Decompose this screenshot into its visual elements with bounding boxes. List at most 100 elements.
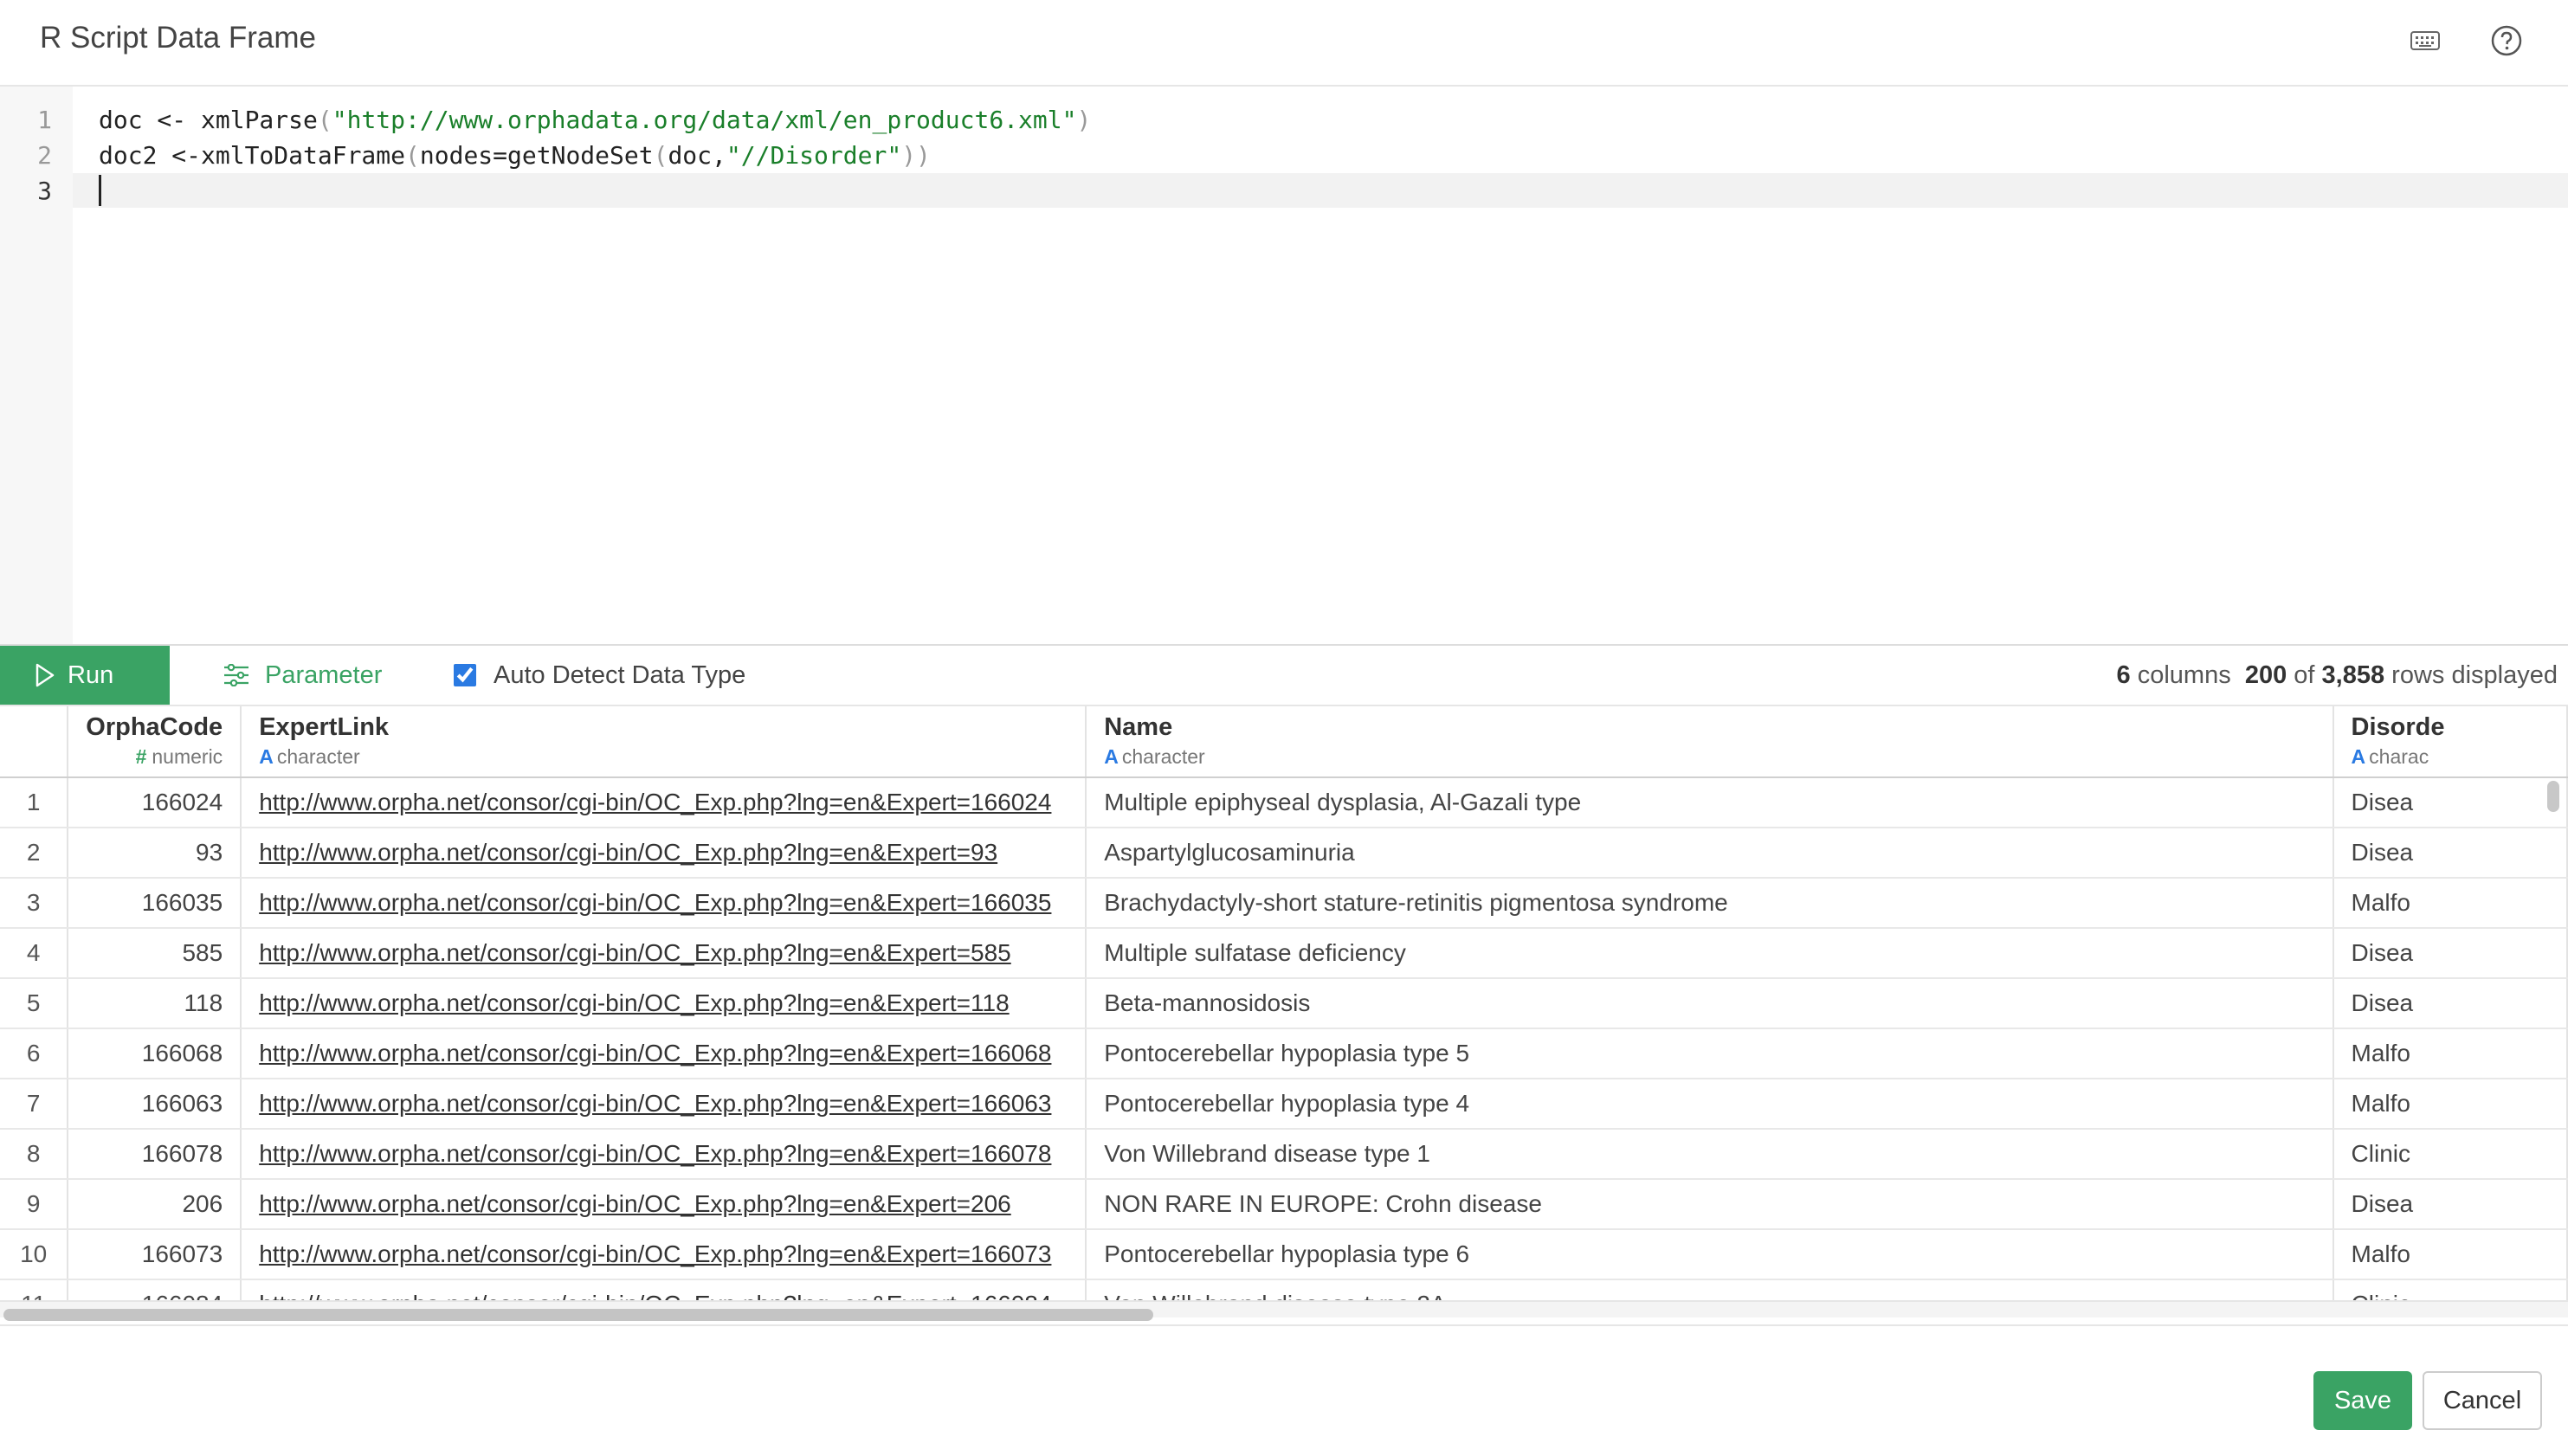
table-row[interactable]: 6 166068 http://www.orpha.net/consor/cgi-b… — [0, 1028, 2568, 1079]
save-button[interactable]: Save — [2313, 1371, 2412, 1430]
expert-link[interactable]: http://www.orpha.net/consor/cgi-bin/OC_E… — [259, 1140, 1051, 1167]
help-icon[interactable] — [2485, 19, 2528, 62]
orphacode-cell[interactable]: 166068 — [68, 1028, 242, 1079]
row-number-cell[interactable]: 3 — [0, 878, 69, 929]
name-cell[interactable]: Von Willebrand disease type 1 — [1086, 1129, 2334, 1180]
column-header-orphacode[interactable]: OrphaCode # numeric — [68, 706, 242, 778]
table-row[interactable]: 2 93 http://www.orpha.net/consor/cgi-bin/O… — [0, 828, 2568, 879]
disorder-cell[interactable]: Clinic — [2332, 1129, 2568, 1180]
row-number-cell[interactable]: 2 — [0, 828, 69, 879]
orphacode-cell[interactable]: 166073 — [68, 1229, 242, 1280]
run-label: Run — [68, 660, 114, 689]
orphacode-cell[interactable]: 166078 — [68, 1129, 242, 1180]
row-number-cell[interactable]: 6 — [0, 1028, 69, 1079]
line-number: 1 — [37, 106, 52, 134]
orphacode-cell[interactable]: 166063 — [68, 1079, 242, 1130]
horizontal-scrollbar[interactable] — [3, 1309, 1153, 1321]
column-type-label: character — [276, 745, 360, 768]
code-area[interactable]: doc <- xmlParse("http://www.orphadata.or… — [73, 87, 2568, 644]
name-cell[interactable]: Aspartylglucosaminuria — [1086, 828, 2334, 879]
expertlink-cell[interactable]: http://www.orpha.net/consor/cgi-bin/OC_E… — [241, 1179, 1087, 1230]
column-header-disorder[interactable]: Disorde Acharac — [2332, 706, 2568, 778]
code-string: "//Disorder" — [726, 141, 902, 170]
row-number-cell[interactable]: 1 — [0, 777, 69, 828]
disorder-cell[interactable]: Disea — [2332, 828, 2568, 879]
vertical-scrollbar[interactable] — [2547, 781, 2559, 812]
orphacode-cell[interactable]: 585 — [68, 928, 242, 979]
column-header-name[interactable]: Name Acharacter — [1086, 706, 2334, 778]
name-cell[interactable]: Beta-mannosidosis — [1086, 978, 2334, 1029]
table-row[interactable]: 5 118 http://www.orpha.net/consor/cgi-bin/… — [0, 978, 2568, 1029]
column-header-expertlink[interactable]: ExpertLink Acharacter — [241, 706, 1087, 778]
name-cell[interactable]: Pontocerebellar hypoplasia type 5 — [1086, 1028, 2334, 1079]
expert-link[interactable]: http://www.orpha.net/consor/cgi-bin/OC_E… — [259, 989, 1009, 1016]
cancel-button[interactable]: Cancel — [2423, 1371, 2542, 1430]
expertlink-cell[interactable]: http://www.orpha.net/consor/cgi-bin/OC_E… — [241, 1028, 1087, 1079]
data-grid[interactable]: OrphaCode # numeric ExpertLink Acharacter… — [0, 706, 2568, 1304]
disorder-cell[interactable]: Malfo — [2332, 1079, 2568, 1130]
expert-link[interactable]: http://www.orpha.net/consor/cgi-bin/OC_E… — [259, 889, 1051, 916]
dialog-title: R Script Data Frame — [40, 21, 316, 55]
auto-detect-checkbox[interactable] — [454, 664, 476, 686]
table-row[interactable]: 10 166073 http://www.orpha.net/consor/cgi-… — [0, 1229, 2568, 1280]
expertlink-cell[interactable]: http://www.orpha.net/consor/cgi-bin/OC_E… — [241, 978, 1087, 1029]
auto-detect-toggle[interactable]: Auto Detect Data Type — [454, 646, 745, 705]
row-number-cell[interactable]: 10 — [0, 1229, 69, 1280]
orphacode-cell[interactable]: 166035 — [68, 878, 242, 929]
expert-link[interactable]: http://www.orpha.net/consor/cgi-bin/OC_E… — [259, 1240, 1051, 1267]
table-row[interactable]: 4 585 http://www.orpha.net/consor/cgi-bin/… — [0, 928, 2568, 979]
expertlink-cell[interactable]: http://www.orpha.net/consor/cgi-bin/OC_E… — [241, 1079, 1087, 1130]
disorder-cell[interactable]: Malfo — [2332, 1028, 2568, 1079]
code-string: "http://www.orphadata.org/data/xml/en_pr… — [332, 106, 1077, 134]
data-table: OrphaCode # numeric ExpertLink Acharacter… — [0, 706, 2568, 1304]
expert-link[interactable]: http://www.orpha.net/consor/cgi-bin/OC_E… — [259, 1190, 1011, 1217]
code-line-1[interactable]: doc <- xmlParse("http://www.orphadata.or… — [99, 106, 1091, 134]
expert-link[interactable]: http://www.orpha.net/consor/cgi-bin/OC_E… — [259, 939, 1011, 966]
table-row[interactable]: 8 166078 http://www.orpha.net/consor/cgi-b… — [0, 1129, 2568, 1180]
columns-word: columns — [2130, 660, 2245, 689]
column-type-label: numeric — [152, 745, 223, 768]
code-editor[interactable]: 1 2 3 doc <- xmlParse("http://www.orphad… — [0, 87, 2568, 646]
disorder-cell[interactable]: Disea — [2332, 777, 2568, 828]
keyboard-icon[interactable] — [2403, 19, 2447, 62]
orphacode-cell[interactable]: 93 — [68, 828, 242, 879]
disorder-cell[interactable]: Disea — [2332, 978, 2568, 1029]
row-number-cell[interactable]: 9 — [0, 1179, 69, 1230]
orphacode-cell[interactable]: 118 — [68, 978, 242, 1029]
disorder-cell[interactable]: Malfo — [2332, 1229, 2568, 1280]
table-row[interactable]: 1 166024 http://www.orpha.net/consor/cgi-b… — [0, 777, 2568, 828]
name-cell[interactable]: Pontocerebellar hypoplasia type 6 — [1086, 1229, 2334, 1280]
name-cell[interactable]: Pontocerebellar hypoplasia type 4 — [1086, 1079, 2334, 1130]
name-cell[interactable]: Multiple epiphyseal dysplasia, Al-Gazali… — [1086, 777, 2334, 828]
code-token: ( — [653, 141, 668, 170]
expert-link[interactable]: http://www.orpha.net/consor/cgi-bin/OC_E… — [259, 839, 997, 866]
code-line-2[interactable]: doc2 <-xmlToDataFrame(nodes=getNodeSet(d… — [99, 141, 931, 170]
disorder-cell[interactable]: Malfo — [2332, 878, 2568, 929]
row-number-cell[interactable]: 5 — [0, 978, 69, 1029]
name-cell[interactable]: Brachydactyly-short stature-retinitis pi… — [1086, 878, 2334, 929]
expertlink-cell[interactable]: http://www.orpha.net/consor/cgi-bin/OC_E… — [241, 1129, 1087, 1180]
table-row[interactable]: 9 206 http://www.orpha.net/consor/cgi-bin/… — [0, 1179, 2568, 1230]
disorder-cell[interactable]: Disea — [2332, 928, 2568, 979]
expert-link[interactable]: http://www.orpha.net/consor/cgi-bin/OC_E… — [259, 789, 1051, 815]
row-number-cell[interactable]: 8 — [0, 1129, 69, 1180]
name-cell[interactable]: Multiple sulfatase deficiency — [1086, 928, 2334, 979]
row-number-cell[interactable]: 7 — [0, 1079, 69, 1130]
dialog-footer: Save Cancel — [0, 1324, 2568, 1456]
expert-link[interactable]: http://www.orpha.net/consor/cgi-bin/OC_E… — [259, 1040, 1051, 1066]
run-button[interactable]: Run — [0, 646, 170, 705]
expertlink-cell[interactable]: http://www.orpha.net/consor/cgi-bin/OC_E… — [241, 1229, 1087, 1280]
row-number-cell[interactable]: 4 — [0, 928, 69, 979]
expertlink-cell[interactable]: http://www.orpha.net/consor/cgi-bin/OC_E… — [241, 928, 1087, 979]
orphacode-cell[interactable]: 166024 — [68, 777, 242, 828]
parameter-button[interactable]: Parameter — [223, 646, 382, 705]
expertlink-cell[interactable]: http://www.orpha.net/consor/cgi-bin/OC_E… — [241, 777, 1087, 828]
expert-link[interactable]: http://www.orpha.net/consor/cgi-bin/OC_E… — [259, 1090, 1051, 1117]
table-row[interactable]: 3 166035 http://www.orpha.net/consor/cgi-b… — [0, 878, 2568, 929]
table-row[interactable]: 7 166063 http://www.orpha.net/consor/cgi-b… — [0, 1079, 2568, 1130]
expertlink-cell[interactable]: http://www.orpha.net/consor/cgi-bin/OC_E… — [241, 828, 1087, 879]
name-cell[interactable]: NON RARE IN EUROPE: Crohn disease — [1086, 1179, 2334, 1230]
disorder-cell[interactable]: Disea — [2332, 1179, 2568, 1230]
orphacode-cell[interactable]: 206 — [68, 1179, 242, 1230]
expertlink-cell[interactable]: http://www.orpha.net/consor/cgi-bin/OC_E… — [241, 878, 1087, 929]
